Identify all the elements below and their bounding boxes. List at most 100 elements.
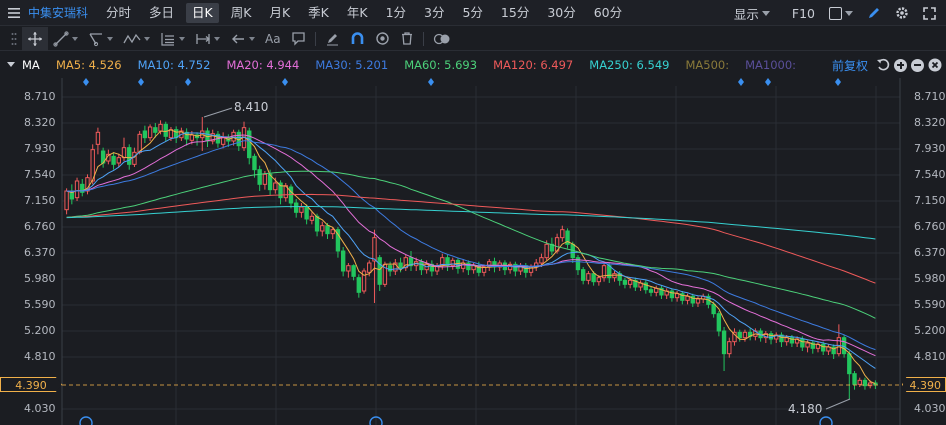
ma-line-ma250 [66, 206, 876, 240]
candle-body [262, 173, 268, 185]
pencil-icon [326, 34, 338, 46]
line-tool[interactable] [48, 27, 83, 51]
y-tick-label: 4.030 [24, 402, 56, 415]
candle-body [64, 190, 69, 211]
trend-line-icon [53, 30, 69, 47]
adjust-mode-button[interactable]: 前复权 [832, 57, 868, 74]
low-price-annotation: 4.180 [788, 402, 823, 416]
candle-body [847, 353, 852, 375]
close-icon[interactable] [928, 58, 942, 72]
chevron-down-icon [761, 10, 770, 16]
candle-body [674, 293, 680, 299]
y-tick-label: 7.540 [914, 168, 946, 181]
event-marker [428, 78, 434, 86]
y-tick-label: 6.760 [24, 220, 56, 233]
period-daily-k[interactable]: 日K [186, 2, 219, 23]
low-pointer [825, 398, 851, 410]
candle-body [127, 147, 132, 165]
magnet-tool[interactable] [345, 27, 370, 51]
settings-button[interactable] [895, 6, 909, 20]
candle-body [669, 290, 675, 299]
period-60min[interactable]: 60分 [588, 3, 628, 23]
collapse-button[interactable] [0, 61, 22, 69]
zoom-out-icon[interactable] [911, 58, 924, 72]
candle-body [685, 295, 690, 301]
event-marker [835, 78, 841, 86]
candle-body [377, 257, 382, 285]
period-yearly-k[interactable]: 年K [341, 3, 374, 23]
toggle-tool[interactable] [428, 27, 456, 51]
move-tool[interactable] [22, 26, 48, 51]
event-marker [765, 78, 771, 86]
y-tick-label: 5.200 [24, 324, 56, 337]
period-quarterly-k[interactable]: 季K [302, 3, 335, 23]
display-dropdown[interactable]: 显示 [734, 4, 770, 23]
chevron-down-icon [249, 36, 255, 41]
candle-body [419, 261, 424, 271]
candle-body [450, 259, 455, 267]
arrow-tool[interactable] [225, 27, 260, 51]
candle-body [857, 379, 862, 385]
dividend-badge [819, 416, 833, 425]
ma-title: MA [22, 58, 40, 72]
period-3min[interactable]: 3分 [418, 3, 450, 23]
comment-icon [291, 32, 305, 46]
menu-icon[interactable] [0, 0, 28, 26]
stock-name[interactable]: 中集安瑞科 [28, 4, 88, 21]
chevron-down-icon [845, 10, 853, 16]
ma-line-ma20 [66, 134, 876, 357]
period-5min[interactable]: 5分 [456, 3, 488, 23]
event-marker [138, 78, 144, 86]
kline-canvas[interactable] [0, 78, 946, 425]
range-tool[interactable] [190, 27, 225, 51]
layout-dropdown[interactable] [829, 6, 853, 20]
fibonacci-icon [161, 32, 174, 46]
period-1min[interactable]: 1分 [380, 3, 412, 23]
candle-body [821, 343, 826, 352]
visibility-tool[interactable] [370, 27, 395, 51]
current-price-tag-left: 4.390 [0, 377, 62, 392]
y-tick-label: 6.370 [914, 246, 946, 259]
wave-tool[interactable] [118, 27, 155, 51]
period-bar: 中集安瑞科 分时 多日 日K 周K 月K 季K 年K 1分 3分 5分 15分 … [0, 0, 946, 26]
y-tick-label: 7.150 [914, 194, 946, 207]
high-pointer [203, 107, 233, 118]
eraser-tool[interactable] [320, 27, 345, 51]
candle-body [314, 215, 320, 232]
period-15min[interactable]: 15分 [495, 3, 535, 23]
channel-tool[interactable] [83, 27, 118, 51]
text-tool[interactable]: Aa [260, 27, 286, 51]
undo-icon[interactable] [876, 58, 890, 72]
period-multiday[interactable]: 多日 [143, 3, 180, 23]
y-tick-label: 8.710 [24, 90, 56, 103]
candle-body [320, 225, 325, 232]
y-tick-label: 7.540 [24, 168, 56, 181]
ma-legend-item: MA10: 4.752 [137, 58, 211, 72]
y-tick-label: 5.980 [24, 272, 56, 285]
fullscreen-button[interactable] [923, 6, 936, 20]
draw-pen-button[interactable] [867, 6, 881, 20]
candle-body [147, 126, 153, 139]
y-tick-label: 4.030 [914, 402, 946, 415]
period-monthly-k[interactable]: 月K [263, 3, 296, 23]
chevron-down-icon [214, 36, 220, 41]
note-tool[interactable] [286, 27, 311, 51]
candle-body [116, 157, 121, 164]
candle-body [580, 269, 586, 281]
chevron-down-icon [144, 36, 150, 41]
f10-button[interactable]: F10 [792, 6, 815, 21]
fibonacci-tool[interactable] [155, 27, 190, 51]
candle-body [153, 127, 158, 133]
period-intraday[interactable]: 分时 [100, 3, 137, 23]
period-weekly-k[interactable]: 周K [225, 3, 258, 23]
drag-handle[interactable] [6, 27, 22, 51]
kline-chart[interactable]: 8.710 8.320 7.930 7.540 7.150 6.760 6.370 5.980… [0, 78, 946, 425]
zoom-in-icon[interactable] [894, 58, 907, 72]
dividend-badge [79, 416, 93, 425]
event-marker [185, 78, 191, 86]
period-30min[interactable]: 30分 [541, 3, 581, 23]
candle-body [220, 137, 226, 145]
delete-tool[interactable] [395, 27, 419, 51]
candle-body [137, 133, 142, 153]
y-tick-label: 6.370 [24, 246, 56, 259]
